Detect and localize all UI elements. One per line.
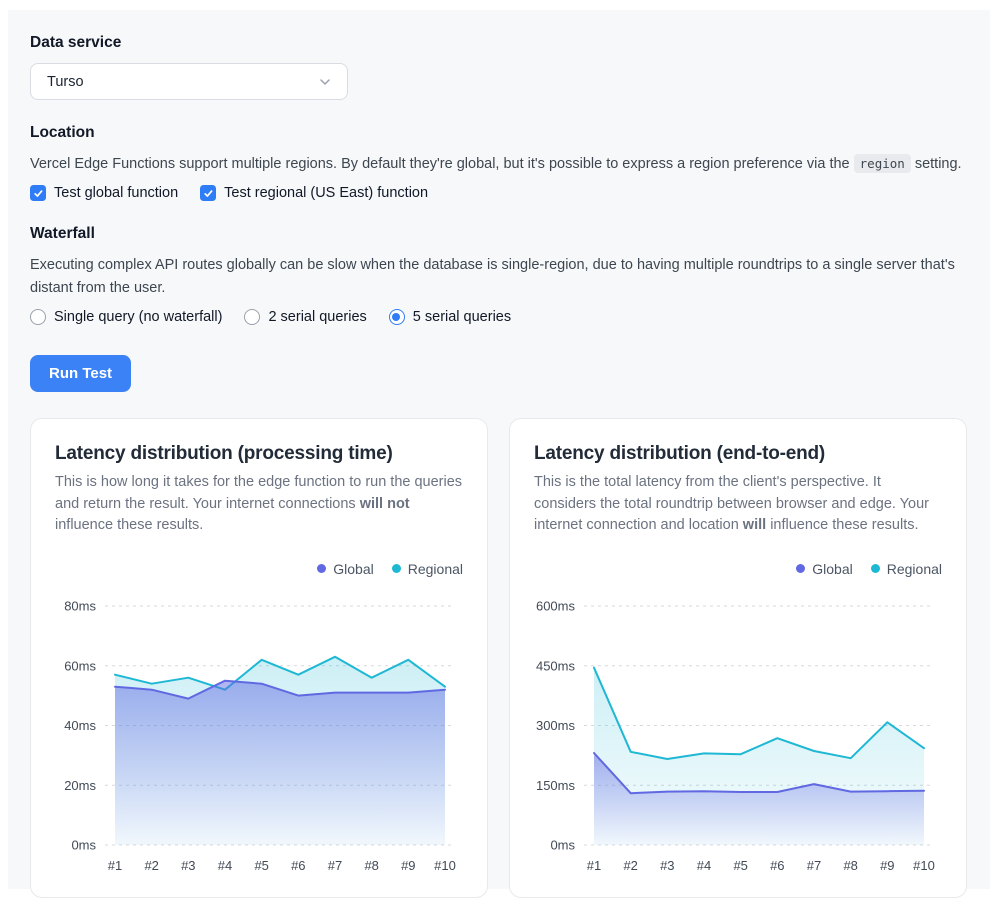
svg-text:#3: #3 [660, 858, 674, 873]
legend-item-global: Global [796, 561, 852, 577]
chevron-down-icon [317, 74, 333, 90]
svg-text:#9: #9 [880, 858, 894, 873]
radio-icon [244, 309, 260, 325]
waterfall-radio-row: Single query (no waterfall) 2 serial que… [30, 309, 968, 325]
chart-legend: Global Regional [55, 561, 463, 577]
svg-text:#4: #4 [218, 858, 232, 873]
location-description: Vercel Edge Functions support multiple r… [30, 153, 968, 175]
svg-text:600ms: 600ms [536, 598, 576, 613]
svg-text:60ms: 60ms [64, 658, 96, 673]
chart-title: Latency distribution (processing time) [55, 443, 463, 465]
svg-text:#8: #8 [843, 858, 857, 873]
location-checkbox-row: Test global function Test regional (US E… [30, 185, 968, 201]
svg-text:#8: #8 [364, 858, 378, 873]
checkbox-global-function[interactable]: Test global function [30, 185, 178, 201]
svg-text:80ms: 80ms [64, 598, 96, 613]
global-dot-icon [796, 564, 805, 573]
svg-text:#2: #2 [144, 858, 158, 873]
svg-text:#6: #6 [770, 858, 784, 873]
radio-2-serial-queries[interactable]: 2 serial queries [244, 309, 366, 325]
checkbox-label: Test regional (US East) function [224, 185, 428, 201]
waterfall-heading: Waterfall [30, 225, 968, 243]
radio-icon [389, 309, 405, 325]
data-service-section: Data service Turso [30, 34, 968, 100]
processing-time-chart: 0ms 20ms 40ms 60ms 80ms #1 #2 #3 #4 #5 #6 #7 #8 #9 #10 [55, 593, 463, 884]
region-code-chip: region [854, 154, 911, 173]
location-heading: Location [30, 124, 968, 142]
legend-item-regional: Regional [392, 561, 463, 577]
radio-single-query[interactable]: Single query (no waterfall) [30, 309, 222, 325]
checkbox-label: Test global function [54, 185, 178, 201]
checkbox-icon [200, 185, 216, 201]
radio-label: 2 serial queries [268, 309, 366, 325]
svg-text:#5: #5 [733, 858, 747, 873]
svg-text:#10: #10 [434, 858, 456, 873]
chart-description: This is how long it takes for the edge f… [55, 472, 463, 536]
app-container: Data service Turso Location Vercel Edge … [8, 10, 990, 889]
regional-dot-icon [871, 564, 880, 573]
radio-5-serial-queries[interactable]: 5 serial queries [389, 309, 511, 325]
global-dot-icon [317, 564, 326, 573]
checkbox-regional-function[interactable]: Test regional (US East) function [200, 185, 428, 201]
svg-text:0ms: 0ms [550, 837, 575, 852]
chart-legend: Global Regional [534, 561, 942, 577]
data-service-selected-value: Turso [47, 74, 84, 90]
charts-row: Latency distribution (processing time) T… [30, 418, 968, 898]
svg-text:#6: #6 [291, 858, 305, 873]
svg-text:#7: #7 [807, 858, 821, 873]
chart-description: This is the total latency from the clien… [534, 472, 942, 536]
end-to-end-chart: 0ms 150ms 300ms 450ms 600ms #1 #2 #3 #4 #5 #6 #7 #8 #… [534, 593, 942, 884]
svg-text:#10: #10 [913, 858, 935, 873]
svg-text:300ms: 300ms [536, 718, 576, 733]
end-to-end-card: Latency distribution (end-to-end) This i… [509, 418, 967, 898]
run-test-button[interactable]: Run Test [30, 355, 131, 392]
legend-item-global: Global [317, 561, 373, 577]
svg-text:#2: #2 [623, 858, 637, 873]
svg-text:150ms: 150ms [536, 778, 576, 793]
regional-dot-icon [392, 564, 401, 573]
svg-text:#3: #3 [181, 858, 195, 873]
svg-text:20ms: 20ms [64, 778, 96, 793]
processing-time-card: Latency distribution (processing time) T… [30, 418, 488, 898]
data-service-heading: Data service [30, 34, 968, 52]
radio-label: 5 serial queries [413, 309, 511, 325]
waterfall-description: Executing complex API routes globally ca… [30, 254, 968, 299]
svg-text:#5: #5 [254, 858, 268, 873]
waterfall-section: Waterfall Executing complex API routes g… [30, 225, 968, 325]
chart-title: Latency distribution (end-to-end) [534, 443, 942, 465]
radio-icon [30, 309, 46, 325]
svg-text:0ms: 0ms [71, 837, 96, 852]
svg-text:#4: #4 [697, 858, 711, 873]
location-section: Location Vercel Edge Functions support m… [30, 124, 968, 201]
checkbox-icon [30, 185, 46, 201]
svg-text:#9: #9 [401, 858, 415, 873]
legend-item-regional: Regional [871, 561, 942, 577]
svg-text:#1: #1 [587, 858, 601, 873]
svg-text:#7: #7 [328, 858, 342, 873]
data-service-select[interactable]: Turso [30, 63, 348, 100]
radio-label: Single query (no waterfall) [54, 309, 222, 325]
svg-text:40ms: 40ms [64, 718, 96, 733]
svg-text:#1: #1 [108, 858, 122, 873]
svg-text:450ms: 450ms [536, 658, 576, 673]
